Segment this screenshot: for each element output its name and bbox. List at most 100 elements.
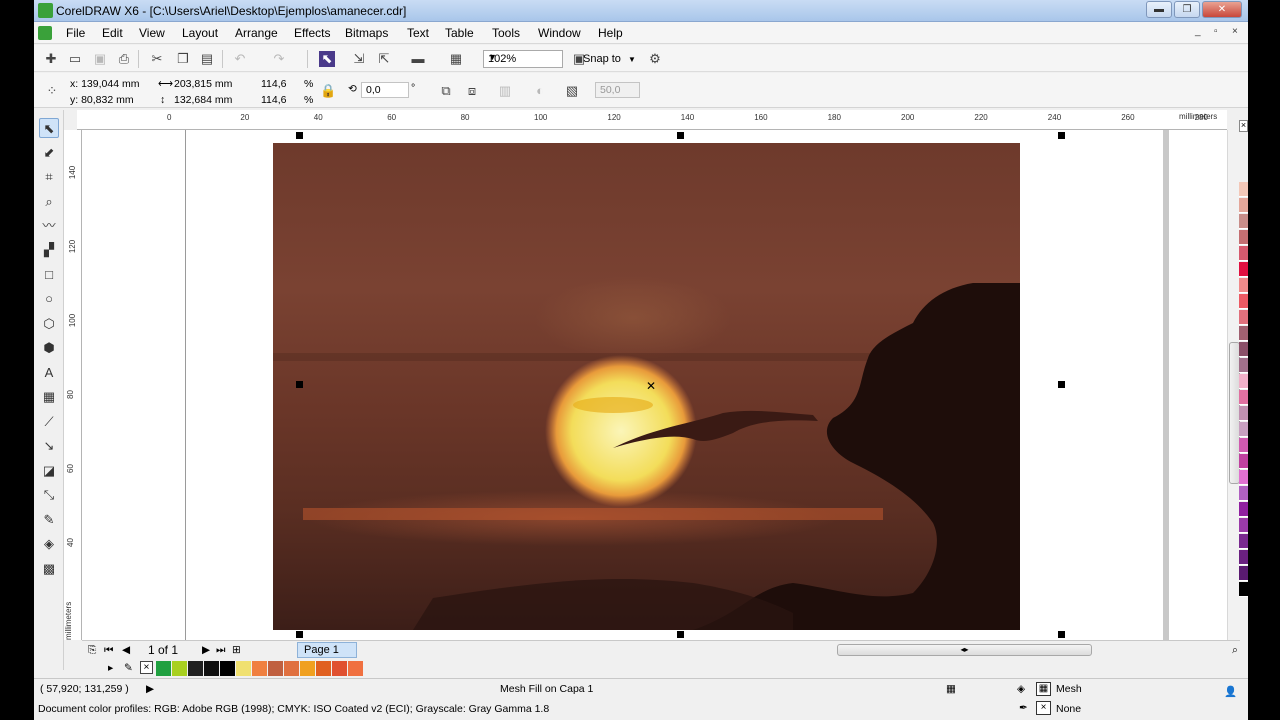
interactive-fill-icon[interactable]: ▩ — [39, 559, 59, 579]
user-icon[interactable]: 👤 — [1224, 685, 1237, 698]
palette-swatch[interactable] — [1239, 294, 1248, 309]
doc-restore-button[interactable]: ▫ — [1214, 26, 1218, 37]
options-icon[interactable]: ⚙ — [647, 51, 663, 67]
document-palette-swatch[interactable] — [316, 661, 331, 676]
to-front-icon[interactable]: ▧ — [564, 83, 580, 99]
snap-to-dropdown[interactable]: Snap to ▼ — [583, 53, 636, 65]
eyedropper-icon[interactable]: ✎ — [124, 662, 133, 674]
paste-icon[interactable]: ▤ — [199, 51, 215, 67]
menu-window[interactable]: Window — [538, 26, 581, 40]
scale-y-field[interactable]: 114,6 — [261, 94, 287, 106]
document-palette-swatch[interactable] — [220, 661, 235, 676]
wrap-text-icon[interactable]: ▥ — [497, 83, 513, 99]
open-folder-icon[interactable]: ▭ — [67, 51, 83, 67]
document-palette-swatch[interactable] — [236, 661, 251, 676]
previous-page-icon[interactable]: ◀ — [122, 644, 130, 656]
first-page-icon[interactable]: ⏮ — [104, 644, 113, 657]
export-icon[interactable]: ⇱ — [376, 51, 392, 67]
menu-arrange[interactable]: Arrange — [235, 26, 278, 40]
horizontal-scroll-thumb[interactable]: ◂▸ — [837, 644, 1092, 656]
x-position-field[interactable]: x: 139,044 mm — [70, 78, 139, 90]
palette-swatch[interactable] — [1239, 454, 1248, 469]
menu-text[interactable]: Text — [407, 26, 429, 40]
menu-help[interactable]: Help — [598, 26, 623, 40]
scale-x-field[interactable]: 114,6 — [261, 78, 287, 90]
polygon-tool-icon[interactable]: ⬡ — [39, 314, 59, 334]
fill-tool-icon[interactable]: ◈ — [39, 534, 59, 554]
selection-handle[interactable] — [296, 381, 303, 388]
page-options-icon[interactable]: ⎘ — [88, 644, 96, 657]
import-icon[interactable]: ⇲ — [351, 51, 367, 67]
connector-tool-icon[interactable]: ↘ — [39, 436, 59, 456]
next-page-icon[interactable]: ▶ — [202, 644, 210, 656]
color-proof-icon[interactable]: ▦ — [946, 683, 956, 695]
redo-icon[interactable]: ↷ — [271, 51, 287, 67]
selection-handle[interactable] — [1058, 631, 1065, 638]
palette-swatch[interactable] — [1239, 582, 1248, 597]
menu-view[interactable]: View — [139, 26, 165, 40]
palette-swatch[interactable] — [1239, 438, 1248, 453]
rotation-field[interactable]: 0,0 — [361, 82, 409, 98]
last-page-icon[interactable]: ⏭ — [216, 644, 225, 657]
palette-swatch[interactable] — [1239, 518, 1248, 533]
outline-pen-icon[interactable]: ✎ — [39, 510, 59, 530]
document-palette-swatch[interactable] — [300, 661, 315, 676]
menu-file[interactable]: File — [66, 26, 85, 40]
palette-swatch[interactable] — [1239, 358, 1248, 373]
document-palette-swatch[interactable] — [172, 661, 187, 676]
page-tab[interactable]: Page 1 — [297, 642, 357, 658]
palette-flyout-icon[interactable]: ▸ — [108, 662, 113, 674]
menu-bitmaps[interactable]: Bitmaps — [345, 26, 388, 40]
object-origin-icon[interactable]: ⁘ — [44, 83, 60, 99]
table-tool-icon[interactable]: ▦ — [39, 387, 59, 407]
lock-ratio-icon[interactable]: 🔒 — [320, 83, 336, 99]
mirror-vertical-icon[interactable]: ⧈ — [464, 83, 480, 99]
selection-handle[interactable] — [1058, 381, 1065, 388]
menu-effects[interactable]: Effects — [294, 26, 330, 40]
publish-pdf-icon[interactable]: ▬ — [410, 51, 426, 67]
eyedropper-tool-icon[interactable]: ⤡ — [39, 485, 59, 505]
palette-swatch[interactable] — [1239, 198, 1248, 213]
palette-swatch[interactable] — [1239, 502, 1248, 517]
basic-shapes-icon[interactable]: ⬢ — [39, 338, 59, 358]
palette-swatch[interactable] — [1239, 374, 1248, 389]
y-position-field[interactable]: y: 80,832 mm — [70, 94, 134, 106]
palette-swatch[interactable] — [1239, 566, 1248, 581]
application-launcher-icon[interactable]: ▦ — [448, 51, 464, 67]
document-palette-swatch[interactable] — [156, 661, 171, 676]
palette-swatch[interactable] — [1239, 422, 1248, 437]
palette-swatch[interactable] — [1239, 182, 1248, 197]
search-content-icon[interactable]: ⬉ — [319, 51, 335, 67]
mesh-fill-sunset-image[interactable]: ✕ — [273, 143, 1020, 630]
mirror-horizontal-icon[interactable]: ⧉ — [438, 83, 454, 99]
menu-tools[interactable]: Tools — [492, 26, 520, 40]
palette-swatch[interactable] — [1239, 550, 1248, 565]
palette-swatch[interactable] — [1239, 390, 1248, 405]
menu-edit[interactable]: Edit — [102, 26, 123, 40]
print-icon[interactable]: ⎙ — [116, 51, 132, 67]
selection-handle[interactable] — [296, 631, 303, 638]
color-profiles-info[interactable]: Document color profiles: RGB: Adobe RGB … — [38, 703, 549, 715]
doc-minimize-button[interactable]: _ — [1195, 26, 1201, 37]
crop-tool-icon[interactable]: ⌗ — [39, 167, 59, 187]
palette-swatch[interactable] — [1239, 230, 1248, 245]
undo-icon[interactable]: ↶ — [232, 51, 248, 67]
palette-swatch[interactable] — [1239, 310, 1248, 325]
outline-icon[interactable]: ◐ — [532, 83, 548, 99]
menu-layout[interactable]: Layout — [182, 26, 218, 40]
text-tool-icon[interactable]: A — [39, 363, 59, 383]
outline-width-field[interactable]: 50,0 — [595, 82, 640, 98]
palette-swatch[interactable] — [1239, 342, 1248, 357]
vertical-ruler[interactable]: millimeters 140 120 100 80 60 40 — [64, 130, 82, 640]
zoom-level-select[interactable]: 102% ▼ — [483, 50, 563, 68]
smart-fill-icon[interactable]: ▞ — [39, 240, 59, 260]
selection-handle[interactable] — [677, 132, 684, 139]
drawing-canvas[interactable]: ✕ — [82, 130, 1227, 640]
document-palette-swatch[interactable] — [204, 661, 219, 676]
document-palette-swatch[interactable] — [252, 661, 267, 676]
selection-handle[interactable] — [677, 631, 684, 638]
document-icon[interactable] — [38, 26, 52, 40]
palette-swatch[interactable] — [1239, 246, 1248, 261]
document-palette-swatch[interactable] — [348, 661, 363, 676]
new-document-icon[interactable]: ✚ — [43, 51, 59, 67]
